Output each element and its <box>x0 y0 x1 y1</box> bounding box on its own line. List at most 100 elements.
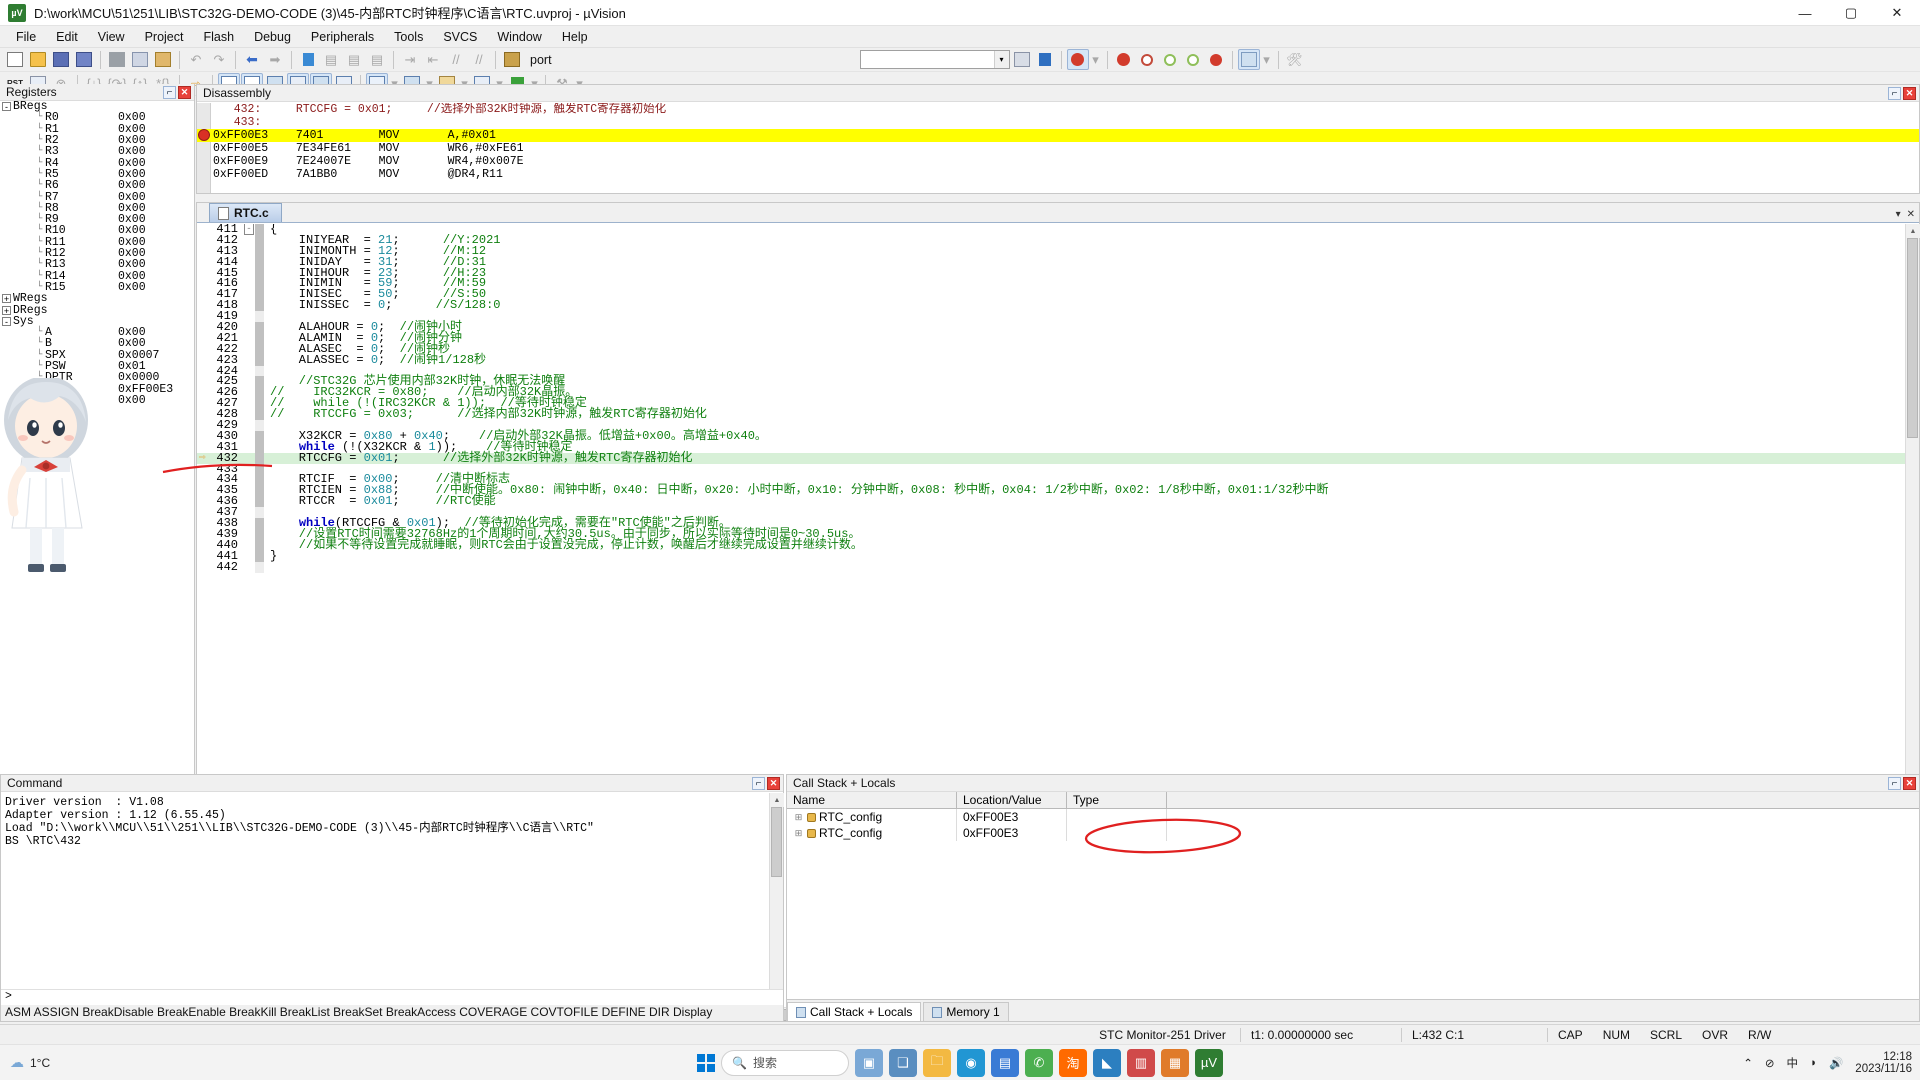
command-scrollbar[interactable]: ▲ <box>769 793 784 989</box>
code-line[interactable]: 428// RTCCFG = 0x03; //选择内部32K时钟源，触发RTC寄… <box>197 408 1905 420</box>
save-all-icon[interactable] <box>73 49 95 70</box>
command-scroll-thumb[interactable] <box>771 807 782 877</box>
outdent-icon[interactable]: ⇤ <box>422 49 444 70</box>
command-input[interactable]: > <box>1 989 783 1005</box>
menu-item-project[interactable]: Project <box>135 28 194 46</box>
indent-icon[interactable]: ⇥ <box>399 49 421 70</box>
chevron-down-icon[interactable]: ▾ <box>1896 209 1901 220</box>
tab-rtc-c[interactable]: RTC.c <box>209 203 282 222</box>
code-line[interactable]: 442 <box>197 561 1905 573</box>
chevron-down-icon[interactable]: ▾ <box>1261 49 1273 70</box>
disable-breakpoints-icon[interactable] <box>1182 49 1204 70</box>
uncomment-icon[interactable]: // <box>468 49 490 70</box>
expand-icon[interactable]: ⊞ <box>793 828 804 839</box>
menu-item-window[interactable]: Window <box>487 28 551 46</box>
code-line[interactable]: 432 RTCCFG = 0x01; //选择外部32K时钟源，触发RTC寄存器… <box>197 452 1905 464</box>
table-row[interactable]: ⊞ RTC_config 0xFF00E3 <box>787 809 1919 825</box>
new-file-icon[interactable] <box>4 49 26 70</box>
code-line[interactable]: 418 INISSEC = 0; //S/128:0 <box>197 299 1905 311</box>
close-icon[interactable]: ✕ <box>1907 209 1915 220</box>
kill-breakpoints-icon[interactable] <box>1159 49 1181 70</box>
menu-item-tools[interactable]: Tools <box>384 28 433 46</box>
save-icon[interactable] <box>50 49 72 70</box>
menu-item-file[interactable]: File <box>6 28 46 46</box>
bookmark-toggle-icon[interactable] <box>297 49 319 70</box>
disassembly-listing[interactable]: 432: RTCCFG = 0x01; //选择外部32K时钟源，触发RTC寄存… <box>197 103 1919 193</box>
code-line[interactable]: 423 ALASSEC = 0; //闹钟1/128秒 <box>197 354 1905 366</box>
fold-collapse-icon[interactable]: - <box>243 224 255 235</box>
network-off-icon[interactable]: ⊘ <box>1765 1056 1775 1070</box>
vscode-icon[interactable]: ◣ <box>1093 1048 1121 1077</box>
collapse-icon[interactable]: - <box>2 102 11 112</box>
bookmark-prev-icon[interactable]: ▤ <box>320 49 342 70</box>
clock[interactable]: 12:18 2023/11/16 <box>1855 1051 1912 1075</box>
back-icon[interactable]: ⬅ <box>241 49 263 70</box>
menu-item-edit[interactable]: Edit <box>46 28 88 46</box>
start-debug-icon[interactable] <box>1113 49 1135 70</box>
maximize-button[interactable]: ▢ <box>1828 0 1874 26</box>
redo-icon[interactable]: ↷ <box>208 49 230 70</box>
close-button[interactable]: ✕ <box>1874 0 1920 26</box>
weather-widget[interactable]: ☁ 1°C <box>0 1054 50 1071</box>
open-file-icon[interactable] <box>27 49 49 70</box>
window-layout-icon[interactable] <box>1237 49 1260 70</box>
disassembly-instruction[interactable]: 0xFF00ED 7A1BB0 MOV @DR4,R11 <box>197 168 1919 181</box>
scroll-up-arrow-icon[interactable]: ▲ <box>1906 224 1920 238</box>
menu-item-help[interactable]: Help <box>552 28 598 46</box>
file-explorer-icon[interactable]: 🗀 <box>923 1048 951 1077</box>
expand-icon[interactable]: + <box>2 294 11 304</box>
edge-icon[interactable]: ◉ <box>957 1048 985 1077</box>
pin-icon[interactable]: ⌐ <box>752 776 765 790</box>
menu-item-flash[interactable]: Flash <box>193 28 244 46</box>
target-selector[interactable]: ▾ <box>859 50 1010 69</box>
download-icon[interactable] <box>1034 49 1056 70</box>
menu-item-peripherals[interactable]: Peripherals <box>301 28 384 46</box>
ime-indicator[interactable]: 中 <box>1787 1055 1799 1071</box>
menu-item-svcs[interactable]: SVCS <box>433 28 487 46</box>
expand-icon[interactable]: + <box>2 305 11 315</box>
disassembly-instruction[interactable]: 0xFF00E9 7E24007E MOV WR4,#0x007E <box>197 155 1919 168</box>
expand-icon[interactable]: ⊞ <box>793 812 804 823</box>
tab-memory-1[interactable]: Memory 1 <box>923 1002 1009 1021</box>
bookmark-clear-icon[interactable]: ▤ <box>366 49 388 70</box>
widgets-icon[interactable]: ▣ <box>855 1048 883 1077</box>
volume-icon[interactable]: 🔊 <box>1829 1056 1843 1070</box>
code-line[interactable]: 441} <box>197 550 1905 562</box>
disassembly-source-line[interactable]: 433: <box>197 116 1919 129</box>
undo-icon[interactable]: ↶ <box>185 49 207 70</box>
comment-icon[interactable]: // <box>445 49 467 70</box>
code-line[interactable]: 421 ALAMIN = 0; //闹钟分钟 <box>197 332 1905 344</box>
close-icon[interactable]: ✕ <box>767 776 780 790</box>
table-row[interactable]: ⊞ RTC_config 0xFF00E3 <box>787 825 1919 841</box>
app2-icon[interactable]: ▦ <box>1161 1048 1189 1077</box>
disassembly-instruction[interactable]: 0xFF00E5 7E34FE61 MOV WR6,#0xFE61 <box>197 142 1919 155</box>
callstack-rows[interactable]: ⊞ RTC_config 0xFF00E3 ⊞ RTC_config 0xFF00E3 <box>787 809 1919 841</box>
app1-icon[interactable]: ▥ <box>1127 1048 1155 1077</box>
minimize-button[interactable]: — <box>1782 0 1828 26</box>
copy-icon[interactable] <box>129 49 151 70</box>
pin-icon[interactable]: ⌐ <box>1888 776 1901 790</box>
insert-breakpoint-icon[interactable] <box>1136 49 1158 70</box>
code-line[interactable]: 436 RTCCR = 0x01; //RTC使能 <box>197 495 1905 507</box>
paste-icon[interactable] <box>152 49 174 70</box>
menu-item-view[interactable]: View <box>88 28 135 46</box>
search-input[interactable]: 🔍 搜索 <box>721 1049 849 1076</box>
menu-item-debug[interactable]: Debug <box>244 28 301 46</box>
close-icon[interactable]: ✕ <box>178 85 191 99</box>
store-icon[interactable]: ▤ <box>991 1048 1019 1077</box>
code-line[interactable]: 440 //如果不等待设置完成就睡眠，则RTC会由于设置没完成，停止计数，唤醒后… <box>197 539 1905 551</box>
taskview-icon[interactable]: ❑ <box>889 1048 917 1077</box>
wifi-icon[interactable]: ◗ <box>1810 1057 1817 1069</box>
chevron-down-icon[interactable]: ▾ <box>1090 49 1102 70</box>
forward-icon[interactable]: ➡ <box>264 49 286 70</box>
chevron-down-icon[interactable]: ▾ <box>993 51 1009 68</box>
close-icon[interactable]: ✕ <box>1903 776 1916 790</box>
wechat-icon[interactable]: ✆ <box>1025 1048 1053 1077</box>
pin-icon[interactable]: ⌐ <box>1888 86 1901 100</box>
build-icon[interactable] <box>1011 49 1033 70</box>
windows-icon[interactable] <box>697 1053 715 1072</box>
close-icon[interactable]: ✕ <box>1903 86 1916 100</box>
pin-icon[interactable]: ⌐ <box>163 85 176 99</box>
find-in-files-icon[interactable] <box>1066 49 1089 70</box>
keil-icon[interactable]: µV <box>1195 1048 1223 1077</box>
